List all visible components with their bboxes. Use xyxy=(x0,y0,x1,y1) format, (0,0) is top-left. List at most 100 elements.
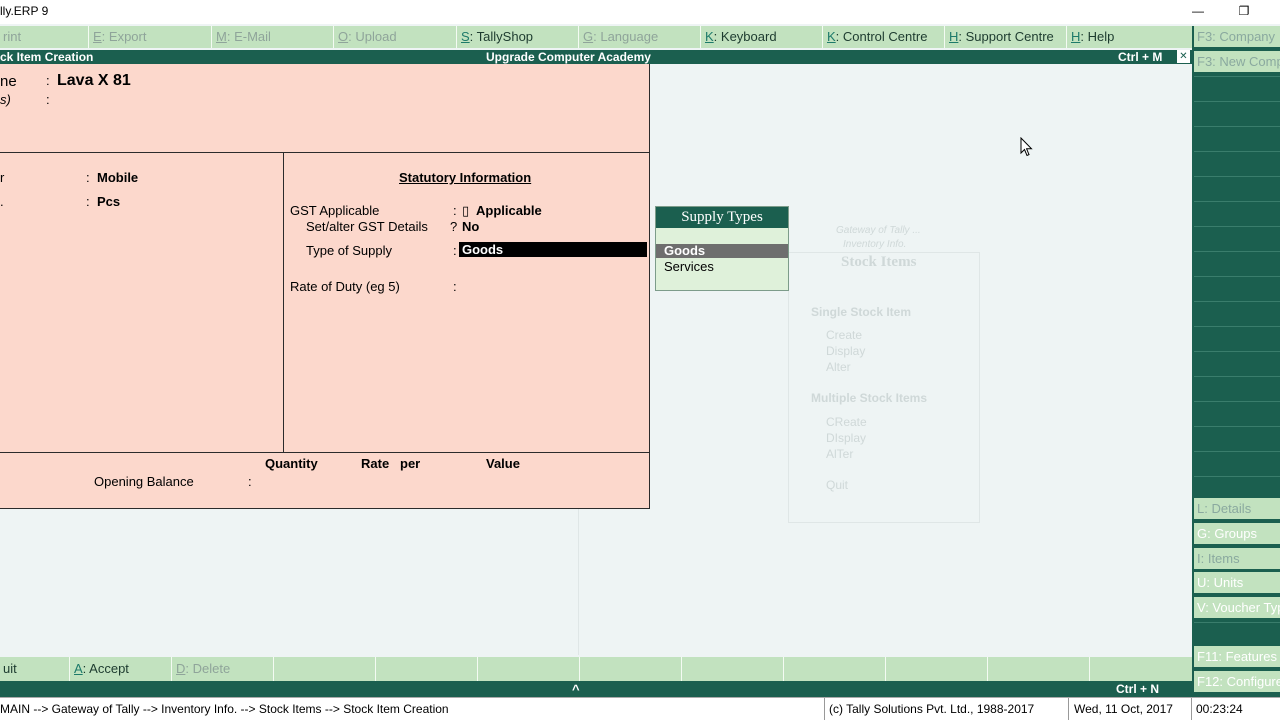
under-field[interactable]: Mobile xyxy=(97,170,138,185)
empty-slot xyxy=(1194,151,1280,174)
menu-language[interactable]: G: Language xyxy=(580,26,701,48)
divider xyxy=(1068,698,1069,720)
gst-applicable-field[interactable]: Applicable xyxy=(476,203,542,218)
stock-item-form: ne : Lava X 81 s) : r : Mobile . : Pcs S… xyxy=(0,64,650,509)
items-label: I: Items xyxy=(1197,551,1240,566)
setalter-gst-field[interactable]: No xyxy=(462,219,479,234)
gateway-create[interactable]: Create xyxy=(826,328,862,342)
gateway-breadcrumb: Gateway of Tally ... xyxy=(836,225,921,236)
empty-slot xyxy=(1194,251,1280,274)
empty-slot xyxy=(1194,226,1280,249)
f11-features-button[interactable]: F11: Features xyxy=(1194,646,1280,669)
opening-balance-separator: : xyxy=(248,474,252,489)
f3-new-company-button[interactable]: F3: New Comp xyxy=(1194,51,1280,74)
empty-slot xyxy=(377,657,478,681)
empty-slot xyxy=(1091,657,1192,681)
gateway-breadcrumb-2: Inventory Info. xyxy=(843,239,907,250)
f3-company-button[interactable]: F3: Company xyxy=(1194,26,1280,49)
gateway-display[interactable]: Display xyxy=(826,344,865,358)
per-header: per xyxy=(400,456,421,471)
gst-separator: : xyxy=(453,203,457,218)
gateway-menu-panel: Stock Items Single Stock Item Create Dis… xyxy=(788,252,980,523)
current-time: 00:23:24 xyxy=(1196,702,1243,716)
menu-help[interactable]: H: Help xyxy=(1068,26,1192,48)
chevron-up-icon[interactable]: ^ xyxy=(572,682,580,697)
accept-key: A xyxy=(74,661,83,676)
groups-button[interactable]: G: Groups xyxy=(1194,523,1280,546)
current-date: Wed, 11 Oct, 2017 xyxy=(1074,702,1173,716)
empty-slot xyxy=(1194,451,1280,474)
setalter-gst-separator: ? xyxy=(450,219,458,234)
opening-balance-label: Opening Balance xyxy=(94,474,194,489)
menu-keyboard-label: : Keyboard xyxy=(713,29,777,44)
f3-new-company-label: F3: New Comp xyxy=(1197,54,1280,69)
supply-type-separator: : xyxy=(453,243,457,258)
rate-duty-label: Rate of Duty (eg 5) xyxy=(290,279,400,294)
menu-language-key: G xyxy=(583,29,594,44)
bottom-strip: ^ Ctrl + N xyxy=(0,681,1192,697)
gateway-multi-alter[interactable]: AlTer xyxy=(826,447,853,461)
empty-slot xyxy=(1194,301,1280,324)
quit-button[interactable]: uit xyxy=(0,657,70,681)
supply-option-goods[interactable]: Goods xyxy=(656,244,788,258)
menu-upload[interactable]: O: Upload xyxy=(335,26,457,48)
menu-tallyshop[interactable]: S: TallyShop xyxy=(458,26,579,48)
multiple-stock-heading: Multiple Stock Items xyxy=(811,391,928,405)
menu-email-label: : E-Mail xyxy=(226,29,271,44)
gst-marker: ▯ xyxy=(462,203,470,218)
popup-title: Supply Types xyxy=(656,207,788,228)
company-name: Upgrade Computer Academy xyxy=(486,50,651,64)
supply-option-services[interactable]: Services xyxy=(664,259,714,274)
f12-configure-button[interactable]: F12: Configure xyxy=(1194,671,1280,694)
voucher-types-button[interactable]: V: Voucher Typ xyxy=(1194,597,1280,620)
menu-keyboard[interactable]: K: Keyboard xyxy=(702,26,823,48)
accept-button[interactable]: A: Accept xyxy=(71,657,172,681)
units-field[interactable]: Pcs xyxy=(97,194,120,209)
gst-label: GST Applicable xyxy=(290,203,380,218)
units-button[interactable]: U: Units xyxy=(1194,572,1280,595)
details-button[interactable]: L: Details xyxy=(1194,498,1280,521)
menu-control-centre[interactable]: K: Control Centre xyxy=(824,26,945,48)
empty-slot xyxy=(989,657,1090,681)
window-title: lly.ERP 9 xyxy=(0,4,49,18)
title-bar: lly.ERP 9 — ❐ xyxy=(0,0,1280,24)
delete-label: : Delete xyxy=(185,661,231,676)
empty-slot xyxy=(1194,401,1280,424)
alias-label: s) xyxy=(0,92,11,107)
restore-button[interactable]: ❐ xyxy=(1234,2,1254,20)
name-label: ne xyxy=(0,73,17,90)
menu-export[interactable]: E: Export xyxy=(90,26,212,48)
menu-email[interactable]: M: E-Mail xyxy=(213,26,334,48)
gateway-quit[interactable]: Quit xyxy=(826,478,848,492)
menu-control-centre-label: : Control Centre xyxy=(835,29,928,44)
quit-label: uit xyxy=(3,661,17,676)
menu-upload-key: O xyxy=(338,29,349,44)
empty-slot xyxy=(479,657,580,681)
gateway-multi-create[interactable]: CReate xyxy=(826,415,867,429)
setalter-gst-label: Set/alter GST Details xyxy=(306,219,428,234)
gateway-multi-display[interactable]: DIsplay xyxy=(826,431,866,445)
divider xyxy=(0,452,650,453)
minimize-button[interactable]: — xyxy=(1188,2,1208,20)
items-button[interactable]: I: Items xyxy=(1194,548,1280,571)
units-label: . xyxy=(0,194,4,209)
name-field[interactable]: Lava X 81 xyxy=(57,72,131,90)
f3-company-label: F3: Company xyxy=(1197,29,1276,44)
divider xyxy=(1191,698,1192,720)
ctrl-n-shortcut[interactable]: Ctrl + N xyxy=(1116,682,1159,696)
statutory-title: Statutory Information xyxy=(399,170,532,185)
ctrl-m-shortcut[interactable]: Ctrl + M xyxy=(1118,50,1162,64)
menu-print[interactable]: rint xyxy=(0,26,89,48)
delete-button[interactable]: D: Delete xyxy=(173,657,274,681)
supply-type-field[interactable]: Goods xyxy=(459,242,647,257)
units-separator: : xyxy=(86,194,90,209)
voucher-types-label: V: Voucher Typ xyxy=(1197,600,1280,615)
empty-slot xyxy=(1194,76,1280,99)
empty-slot xyxy=(1194,126,1280,149)
gateway-alter[interactable]: Alter xyxy=(826,360,851,374)
menu-email-key: M xyxy=(216,29,227,44)
close-icon[interactable]: ✕ xyxy=(1177,50,1190,63)
menu-support-centre[interactable]: H: Support Centre xyxy=(946,26,1067,48)
empty-slot xyxy=(1194,326,1280,349)
mouse-cursor-icon xyxy=(1020,137,1033,157)
